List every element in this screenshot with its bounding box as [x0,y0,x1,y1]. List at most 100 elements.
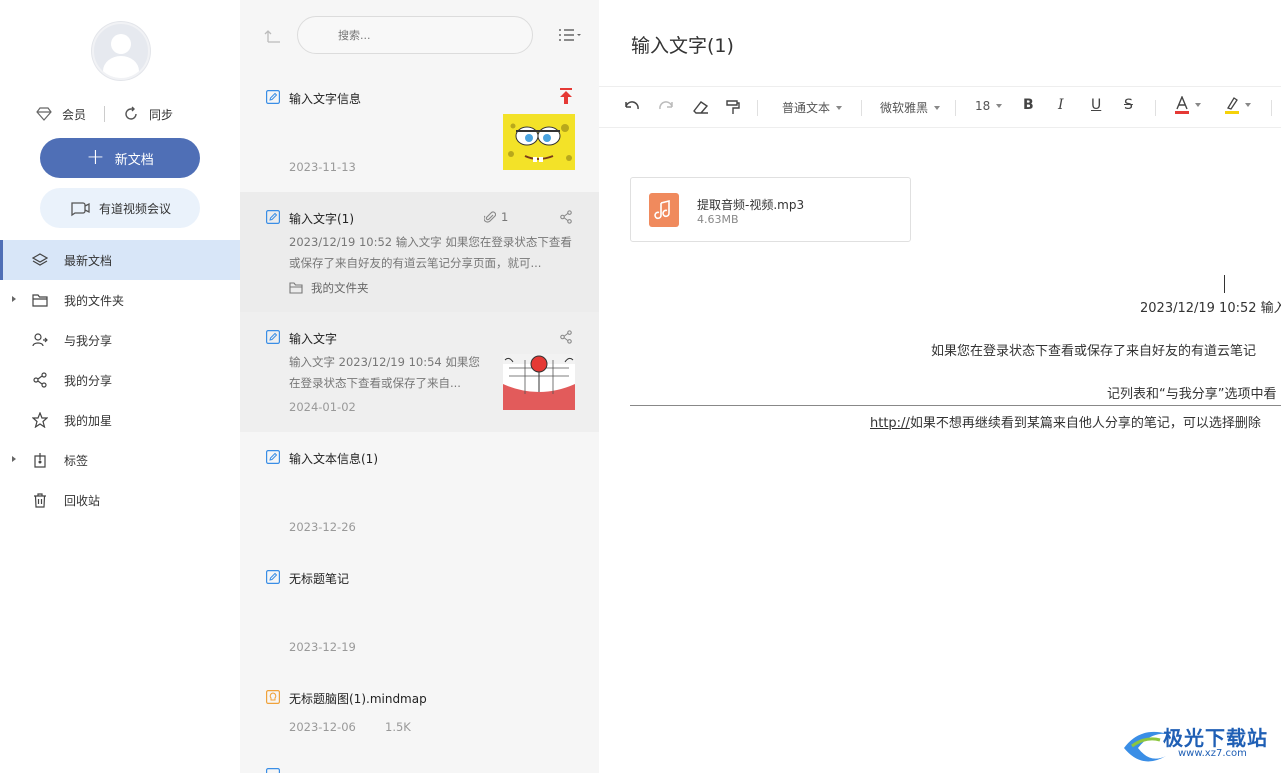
sidebar-item-recent[interactable]: 最新文档 [0,240,240,280]
font-color-button[interactable] [1175,96,1201,114]
note-icon [266,330,280,344]
paragraph-style-value: 普通文本 [782,101,831,115]
redo-icon[interactable] [657,99,675,115]
folder-icon [32,294,48,307]
attachment-size: 4.63MB [697,213,739,226]
list-item[interactable]: 输入文字 输入文字 2023/12/19 10:54 如果您在登录状态下查看或保… [240,312,599,432]
content-link[interactable]: http:// [870,416,910,431]
eraser-icon[interactable] [692,99,710,115]
font-color-icon [1175,96,1189,114]
font-size-select[interactable]: 18 [975,99,1003,113]
note-title: 输入文本信息(1) [289,452,378,466]
sync-icon [125,106,137,120]
note-icon [266,570,280,584]
video-meeting-button[interactable]: 有道视频会议 [40,188,200,228]
note-thumbnail [503,354,575,410]
strikethrough-button[interactable]: S [1124,97,1133,113]
sidebar-item-trash[interactable]: 回收站 [0,480,240,520]
list-item[interactable]: 输入文字(1) 1 2023/12/19 10:52 输入文字 如果您在登录状态… [240,192,599,312]
note-list-pane: 输入文字信息 2023-11-13 输入文字(1) 1 2023/12/19 1… [240,0,599,773]
note-title: 输入文字信息 [289,92,362,106]
share-icon [33,372,47,388]
paragraph-style-select[interactable]: 普通文本 [782,99,843,116]
highlighter-icon [1225,97,1239,114]
list-item[interactable]: 无标题笔记 2023-12-19 [240,552,599,672]
sidebar-item-label: 标签 [64,453,89,468]
note-snippet: 输入文字 2023/12/19 10:54 如果您在登录状态下查看或保存了来自.… [289,355,480,390]
sidebar-item-my-shares[interactable]: 我的分享 [0,360,240,400]
doraemon-image [503,354,575,410]
tag-icon [34,453,46,468]
users-icon [32,333,48,347]
font-size-value: 18 [975,99,991,113]
note-snippet: 2023/12/19 10:52 输入文字 如果您在登录状态下查看或保存了来自好… [289,235,572,270]
note-date: 2023-11-13 [289,160,356,174]
sidebar-item-tags[interactable]: 标签 [0,440,240,480]
format-painter-icon[interactable] [725,99,741,115]
sidebar-item-label: 最新文档 [64,253,113,268]
note-date: 2023-12-26 [289,520,356,534]
font-family-select[interactable]: 微软雅黑 [880,99,941,116]
note-title: 输入文字(1) [289,212,354,226]
expand-arrow-icon[interactable] [12,296,16,302]
account-row: 会员 同步 [36,104,206,124]
share-icon[interactable] [559,210,573,224]
up-level-icon[interactable] [264,28,282,44]
sidebar-item-label: 我的加星 [64,413,113,428]
sidebar-item-shared-with-me[interactable]: 与我分享 [0,320,240,360]
note-icon [266,450,280,464]
search-box[interactable] [297,16,533,54]
paperclip-icon [484,211,496,223]
attachment-name: 提取音频-视频.mp3 [697,198,805,212]
vip-button[interactable]: 会员 [36,106,86,123]
new-document-button[interactable]: + 新文档 [40,138,200,178]
sidebar-item-folders[interactable]: 我的文件夹 [0,280,240,320]
note-date: 2024-01-02 [289,400,356,414]
format-toolbar: 普通文本 微软雅黑 18 B I U S [599,86,1281,128]
sidebar-nav: 最新文档 我的文件夹 与我分享 我的分享 我的加星 标签 回收站 [0,240,240,520]
layers-icon [32,253,48,266]
new-document-label: 新文档 [114,152,154,168]
undo-icon[interactable] [623,99,641,115]
bold-button[interactable]: B [1023,97,1034,113]
avatar[interactable] [92,22,150,80]
list-item[interactable]: 输入文本信息(1) 2023-12-26 [240,432,599,552]
list-view-icon[interactable] [558,28,582,44]
sidebar-item-label: 我的文件夹 [64,293,125,308]
audio-attachment-card[interactable]: 提取音频-视频.mp3 4.63MB [630,177,911,242]
content-line[interactable]: 记列表和“与我分享”选项中看 [1107,383,1276,402]
note-title: 无标题笔记 [289,572,350,586]
watermark-name: 极光下载站 [1163,726,1268,750]
plus-icon: + [86,145,105,170]
vip-label: 会员 [62,107,87,122]
note-size: 1.5K [385,720,411,734]
mindmap-icon [266,690,280,704]
sidebar: 会员 同步 + 新文档 有道视频会议 最新文档 我的文件夹 与我分享 我的分享 … [0,0,240,773]
note-icon [266,90,280,104]
note-icon [266,768,280,773]
content-text: 如果不想再继续看到某篇来自他人分享的笔记，可以选择删除 [909,416,1261,431]
note-title: 输入文字 [289,332,338,346]
list-item[interactable]: 无标题脑图(1).mindmap 2023-12-06 1.5K [240,672,599,773]
content-line[interactable]: 如果您在登录状态下查看或保存了来自好友的有道云笔记 [931,340,1256,359]
content-line[interactable]: http://如果不想再继续看到某篇来自他人分享的笔记，可以选择删除 [870,412,1261,431]
folder-icon [289,282,303,294]
text-cursor [1224,275,1225,293]
document-title[interactable]: 输入文字(1) [631,31,734,58]
note-date: 2023-12-19 [289,640,356,654]
pin-top-icon[interactable] [559,87,573,105]
search-input[interactable] [298,17,532,53]
italic-button[interactable]: I [1058,97,1064,113]
underline-button[interactable]: U [1091,97,1101,113]
highlight-color-button[interactable] [1225,96,1251,114]
expand-arrow-icon[interactable] [12,456,16,462]
note-title: 无标题脑图(1).mindmap [289,692,427,706]
sidebar-item-label: 回收站 [64,493,101,508]
sync-button[interactable]: 同步 [123,106,173,123]
spongebob-image [503,114,575,170]
sidebar-item-starred[interactable]: 我的加星 [0,400,240,440]
list-item[interactable]: 输入文字信息 2023-11-13 [240,72,599,192]
share-icon[interactable] [559,330,573,344]
diamond-icon [36,107,52,121]
content-line[interactable]: 2023/12/19 10:52 输入 [1140,297,1281,316]
